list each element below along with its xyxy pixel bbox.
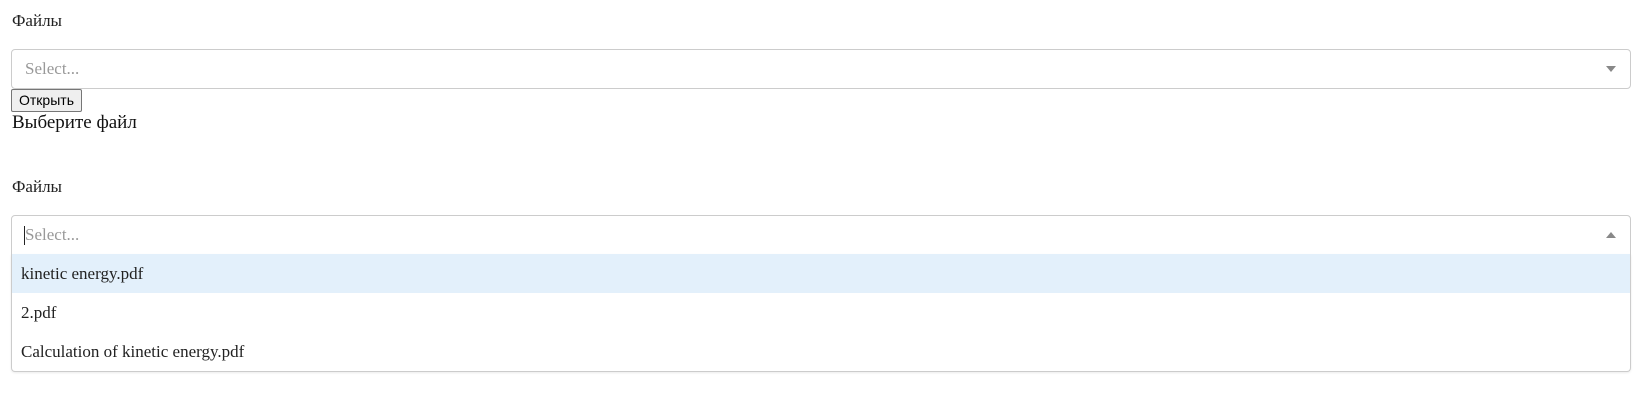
files-select[interactable]: Select... xyxy=(11,49,1631,89)
files-label: Файлы xyxy=(12,11,62,30)
files-select-open[interactable]: Select... xyxy=(11,215,1631,255)
menu-option-kinetic-energy[interactable]: kinetic energy.pdf xyxy=(12,254,1630,293)
files-label-2: Файлы xyxy=(12,177,62,196)
select-menu: kinetic energy.pdf 2.pdf Calculation of … xyxy=(11,254,1631,372)
select-placeholder: Select... xyxy=(25,59,80,78)
menu-option-2[interactable]: 2.pdf xyxy=(12,293,1630,332)
select-placeholder-2: Select... xyxy=(25,225,80,244)
page: Файлы Select... Открыть Выберите файл Фа… xyxy=(0,0,1642,417)
choose-file-hint: Выберите файл xyxy=(12,112,137,133)
chevron-up-icon[interactable] xyxy=(1606,232,1616,238)
open-button[interactable]: Открыть xyxy=(11,89,82,112)
chevron-down-icon[interactable] xyxy=(1606,66,1616,72)
menu-option-calculation[interactable]: Calculation of kinetic energy.pdf xyxy=(12,332,1630,371)
